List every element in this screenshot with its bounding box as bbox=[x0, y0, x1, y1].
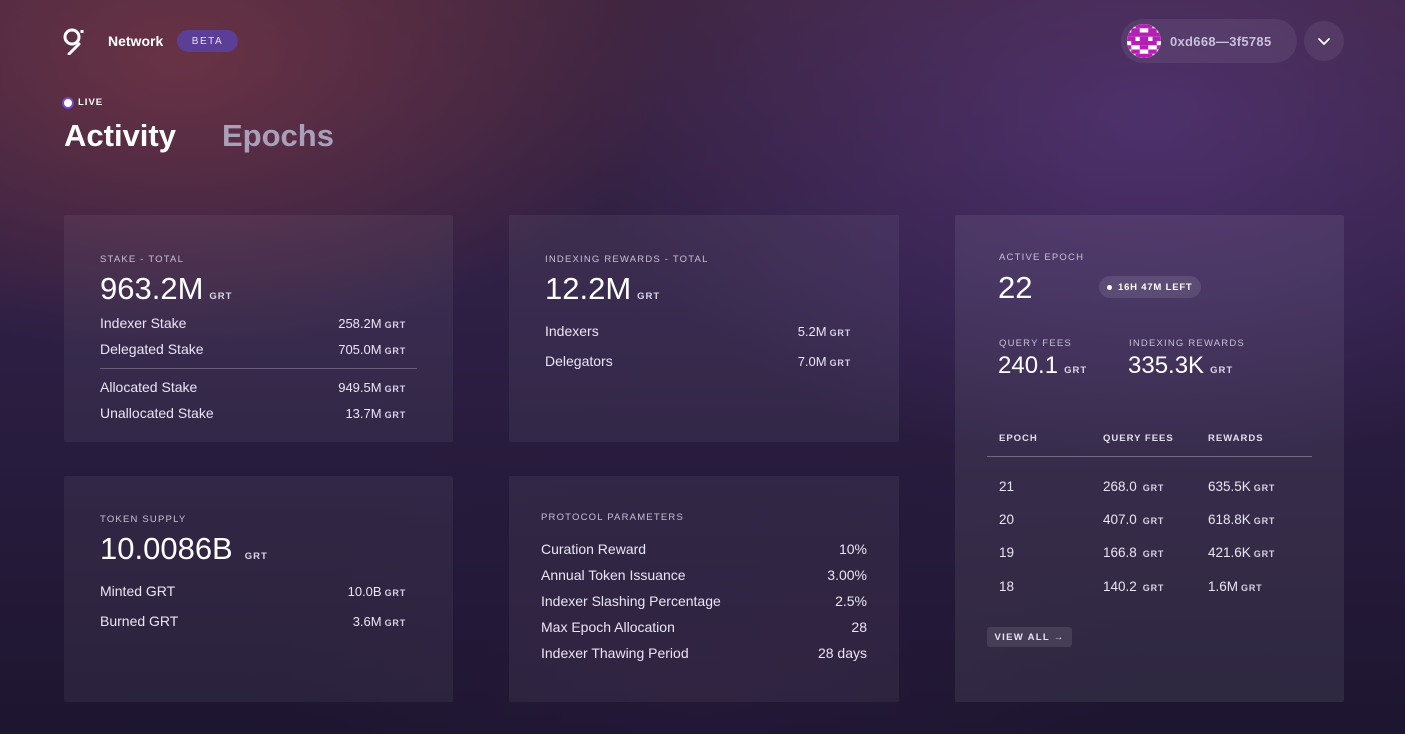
brand-name[interactable]: Network bbox=[108, 33, 163, 49]
parameter-label: Max Epoch Allocation bbox=[541, 619, 675, 635]
chevron-down-icon bbox=[1318, 38, 1330, 45]
card-label: STAKE - TOTAL bbox=[100, 254, 185, 265]
token-supply-card: TOKEN SUPPLY 10.0086B GRT Minted GRT 10.… bbox=[64, 476, 453, 702]
indexing-rewards-total-unit: GRT bbox=[637, 291, 661, 302]
view-all-button[interactable]: VIEW ALL → bbox=[987, 627, 1072, 647]
supply-row-label: Burned GRT bbox=[100, 613, 179, 629]
parameter-value: 3.00% bbox=[827, 567, 867, 583]
stake-row-value: 949.5M GRT bbox=[338, 380, 406, 395]
indexing-rewards-card: INDEXING REWARDS - TOTAL 12.2M GRT Index… bbox=[509, 215, 899, 442]
rewards-row-label: Delegators bbox=[545, 353, 613, 369]
token-supply-total-value: 10.0086B bbox=[100, 531, 233, 566]
table-divider bbox=[987, 456, 1312, 457]
query-fees-total: 240.1 GRT bbox=[998, 352, 1088, 379]
stake-row-value: 258.2M GRT bbox=[338, 316, 406, 331]
card-label: PROTOCOL PARAMETERS bbox=[541, 512, 684, 523]
query-fees-cell: 268.0 GRT bbox=[1103, 479, 1165, 494]
table-header-epoch[interactable]: EPOCH bbox=[999, 433, 1038, 444]
query-fees-cell: 166.8 GRT bbox=[1103, 545, 1165, 560]
card-label: INDEXING REWARDS - TOTAL bbox=[545, 254, 709, 265]
query-fees-cell: 140.2 GRT bbox=[1103, 579, 1165, 594]
tab-activity[interactable]: Activity bbox=[64, 118, 176, 154]
top-bar: Network BETA 0xd668—3f5785 bbox=[0, 0, 1405, 80]
rewards-row-value: 5.2M GRT bbox=[797, 324, 851, 339]
stake-row-label: Indexer Stake bbox=[100, 315, 187, 331]
time-left-badge: 16H 47M LEFT bbox=[1099, 276, 1201, 298]
rewards-cell: 635.5K GRT bbox=[1208, 479, 1276, 494]
indexing-rewards-epoch-total: 335.3K GRT bbox=[1128, 352, 1234, 379]
time-left-label: 16H 47M LEFT bbox=[1118, 281, 1193, 293]
avatar bbox=[1127, 24, 1161, 58]
indexing-rewards-total: 12.2M GRT bbox=[545, 271, 660, 307]
live-indicator: LIVE bbox=[64, 97, 103, 108]
live-label: LIVE bbox=[78, 97, 104, 108]
token-supply-total: 10.0086B GRT bbox=[100, 531, 268, 567]
parameter-value: 28 bbox=[851, 619, 867, 635]
rewards-cell: 1.6M GRT bbox=[1208, 579, 1263, 594]
active-epoch-number: 22 bbox=[998, 270, 1033, 305]
stake-row-label: Unallocated Stake bbox=[100, 405, 214, 421]
card-label: TOKEN SUPPLY bbox=[100, 514, 187, 525]
stake-total-value: 963.2M bbox=[100, 271, 204, 306]
tab-epochs[interactable]: Epochs bbox=[222, 118, 334, 154]
epoch-cell: 19 bbox=[999, 545, 1015, 560]
supply-row-value: 10.0B GRT bbox=[347, 584, 406, 599]
divider bbox=[100, 368, 417, 369]
protocol-parameters-card: PROTOCOL PARAMETERS Curation Reward 10% … bbox=[509, 476, 899, 702]
supply-row-value: 3.6M GRT bbox=[352, 614, 406, 629]
parameter-label: Indexer Slashing Percentage bbox=[541, 593, 721, 609]
stake-row-value: 13.7M GRT bbox=[345, 406, 406, 421]
stake-row-value: 705.0M GRT bbox=[338, 342, 406, 357]
parameter-label: Annual Token Issuance bbox=[541, 567, 686, 583]
table-header-rewards[interactable]: REWARDS bbox=[1208, 433, 1264, 444]
beta-badge: BETA bbox=[177, 30, 238, 52]
the-graph-logo-icon[interactable] bbox=[62, 27, 86, 55]
epoch-cell: 21 bbox=[999, 479, 1015, 494]
supply-row-label: Minted GRT bbox=[100, 583, 176, 599]
rewards-cell: 618.8K GRT bbox=[1208, 512, 1276, 527]
query-fees-label: QUERY FEES bbox=[999, 338, 1072, 349]
stake-row-label: Allocated Stake bbox=[100, 379, 198, 395]
account-button[interactable]: 0xd668—3f5785 bbox=[1121, 19, 1297, 63]
epoch-cell: 18 bbox=[999, 579, 1015, 594]
stake-total: 963.2M GRT bbox=[100, 271, 232, 307]
parameter-label: Indexer Thawing Period bbox=[541, 645, 689, 661]
parameter-value: 2.5% bbox=[835, 593, 867, 609]
indexing-rewards-label: INDEXING REWARDS bbox=[1129, 338, 1245, 349]
query-fees-cell: 407.0 GRT bbox=[1103, 512, 1165, 527]
stake-total-unit: GRT bbox=[209, 291, 233, 302]
epoch-cell: 20 bbox=[999, 512, 1015, 527]
parameter-label: Curation Reward bbox=[541, 541, 647, 557]
card-label: ACTIVE EPOCH bbox=[999, 252, 1085, 263]
clock-dot-icon bbox=[1107, 284, 1112, 290]
rewards-row-label: Indexers bbox=[545, 323, 599, 339]
token-supply-total-unit: GRT bbox=[244, 551, 268, 562]
rewards-cell: 421.6K GRT bbox=[1208, 545, 1276, 560]
live-dot-icon bbox=[64, 98, 72, 107]
parameter-value: 28 days bbox=[817, 645, 867, 661]
account-menu-button[interactable] bbox=[1304, 21, 1344, 61]
parameter-value: 10% bbox=[838, 541, 867, 557]
indexing-rewards-total-value: 12.2M bbox=[545, 271, 632, 306]
account-address: 0xd668—3f5785 bbox=[1170, 33, 1272, 49]
stake-card: STAKE - TOTAL 963.2M GRT Indexer Stake 2… bbox=[64, 215, 453, 442]
table-header-query-fees[interactable]: QUERY FEES bbox=[1103, 433, 1174, 444]
rewards-row-value: 7.0M GRT bbox=[797, 354, 851, 369]
stake-row-label: Delegated Stake bbox=[100, 341, 204, 357]
